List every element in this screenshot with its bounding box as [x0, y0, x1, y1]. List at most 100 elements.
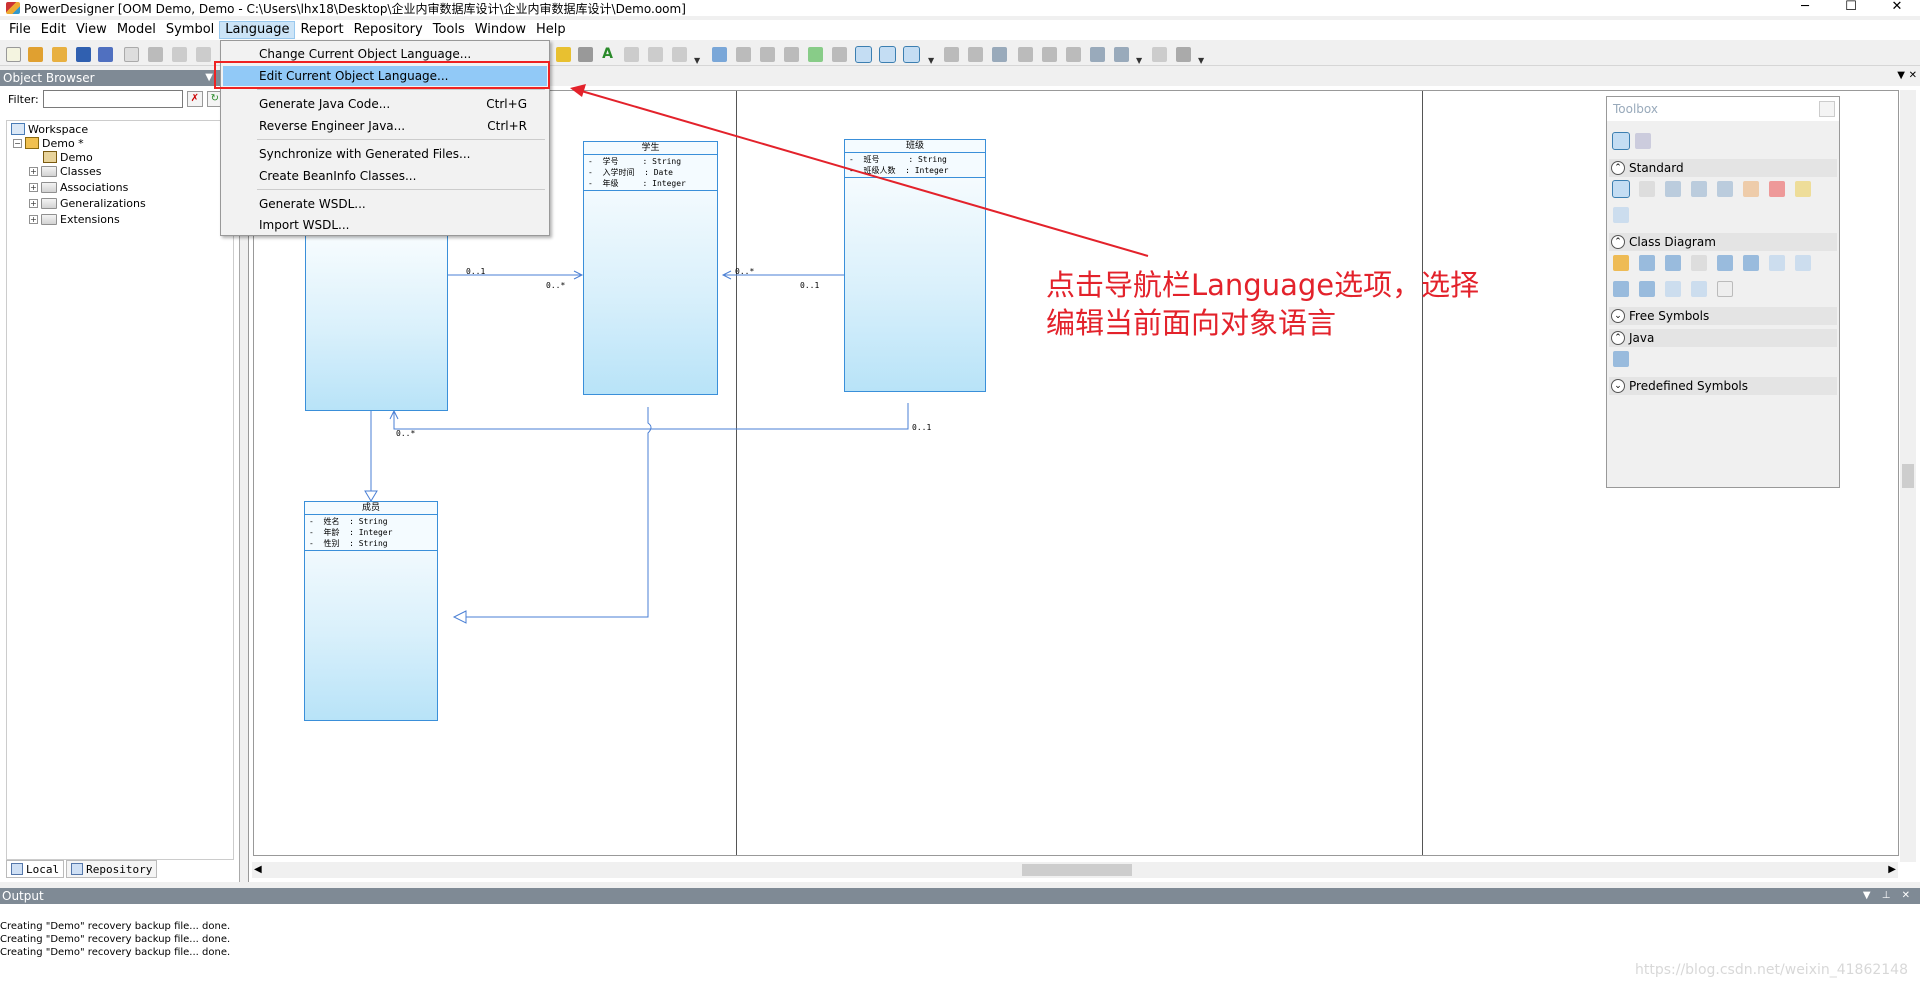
- merge-icon[interactable]: [808, 47, 823, 62]
- toolbox-section-java[interactable]: ⌃ Java: [1609, 329, 1837, 347]
- toolbar-overflow-icon[interactable]: ▼: [1198, 56, 1204, 65]
- copy-icon[interactable]: [196, 47, 211, 62]
- package-icon[interactable]: [1613, 255, 1629, 271]
- toolbox-section-class-diagram[interactable]: ⌃ Class Diagram: [1609, 233, 1837, 251]
- association-icon[interactable]: [1743, 255, 1759, 271]
- file-icon[interactable]: [1717, 281, 1733, 297]
- filter-input[interactable]: [42, 90, 183, 108]
- distribute-horizontal-icon[interactable]: [1090, 47, 1105, 62]
- collapse-icon[interactable]: −: [13, 138, 22, 148]
- find-icon[interactable]: [672, 47, 687, 62]
- menu-item-generate-wsdl[interactable]: Generate WSDL...: [223, 194, 547, 214]
- menu-item-generate-java-code[interactable]: Generate Java Code... Ctrl+G: [223, 94, 547, 114]
- class-box-member[interactable]: 成员 - 姓名 : String - 年龄 : Integer - 性别 : S…: [304, 501, 438, 721]
- align-right-icon[interactable]: [992, 47, 1007, 62]
- compare-icon[interactable]: [832, 47, 847, 62]
- tree-item-associations[interactable]: + Associations: [29, 179, 128, 195]
- expand-icon[interactable]: +: [29, 214, 38, 224]
- composition-icon[interactable]: [1639, 281, 1655, 297]
- port-icon[interactable]: [1691, 255, 1707, 271]
- menu-window[interactable]: Window: [470, 21, 531, 39]
- require-link-icon[interactable]: [1769, 255, 1785, 271]
- link-icon[interactable]: [1613, 207, 1629, 223]
- menu-help[interactable]: Help: [531, 21, 571, 39]
- expand-icon[interactable]: +: [29, 166, 38, 176]
- menu-tools[interactable]: Tools: [428, 21, 470, 39]
- pointer-icon[interactable]: [1612, 180, 1630, 198]
- menu-language[interactable]: Language: [219, 21, 296, 39]
- menu-symbol[interactable]: Symbol: [161, 21, 219, 39]
- align-bottom-icon[interactable]: [1066, 47, 1081, 62]
- open-folder-icon[interactable]: [52, 47, 67, 62]
- save-icon[interactable]: [76, 47, 91, 62]
- view-grid-icon[interactable]: [855, 46, 872, 63]
- open-diagram-icon[interactable]: [1717, 181, 1733, 197]
- grabber-hand-icon[interactable]: [1639, 181, 1655, 197]
- expand-icon[interactable]: +: [29, 182, 38, 192]
- scroll-right-icon[interactable]: ▶: [1888, 862, 1896, 878]
- menu-model[interactable]: Model: [112, 21, 161, 39]
- menu-report[interactable]: Report: [295, 21, 348, 39]
- expand-icon[interactable]: +: [29, 198, 38, 208]
- association-link[interactable]: [393, 403, 909, 430]
- print-icon[interactable]: [148, 47, 163, 62]
- tree-item-generalizations[interactable]: + Generalizations: [29, 195, 146, 211]
- toolbox-section-standard[interactable]: ⌃ Standard: [1609, 159, 1837, 177]
- generalization-icon[interactable]: [1717, 255, 1733, 271]
- menu-repository[interactable]: Repository: [349, 21, 428, 39]
- interface-icon[interactable]: [1665, 255, 1681, 271]
- save-all-icon[interactable]: [98, 47, 113, 62]
- zoom-page-icon[interactable]: [1152, 47, 1167, 62]
- cut-icon[interactable]: [172, 47, 187, 62]
- align-top-icon[interactable]: [1018, 47, 1033, 62]
- view-output-icon[interactable]: [879, 46, 896, 63]
- pin-icon[interactable]: ▼: [205, 70, 213, 86]
- close-button[interactable]: ✕: [1874, 0, 1920, 16]
- format-painter-icon[interactable]: [578, 47, 593, 62]
- class-box-hidden[interactable]: [305, 211, 448, 411]
- impact-analysis-icon[interactable]: [760, 47, 775, 62]
- menu-view[interactable]: View: [71, 21, 112, 39]
- class-box-student[interactable]: 学生 - 学号 : String - 入学时间 : Date - 年级 : In…: [583, 141, 718, 395]
- scroll-left-icon[interactable]: ◀: [254, 862, 262, 878]
- scrollbar-thumb[interactable]: [1902, 464, 1914, 488]
- generalization-link[interactable]: [454, 407, 652, 618]
- note-icon[interactable]: [1795, 181, 1811, 197]
- maximize-button[interactable]: ☐: [1828, 0, 1874, 16]
- close-diagram-icon[interactable]: ✕: [1909, 70, 1917, 81]
- align-middle-icon[interactable]: [1042, 47, 1057, 62]
- tree-item-classes[interactable]: + Classes: [29, 163, 101, 179]
- menu-file[interactable]: File: [4, 21, 36, 39]
- inner-link-icon[interactable]: [1691, 281, 1707, 297]
- toolbar-overflow-icon[interactable]: ▼: [694, 56, 700, 65]
- print-preview-icon[interactable]: [124, 47, 139, 62]
- java-bean-icon[interactable]: [1613, 351, 1629, 367]
- panel-controls-icon[interactable]: ▼ ⊥ ✕: [1863, 888, 1914, 904]
- realization-icon[interactable]: [1795, 255, 1811, 271]
- toolbox-section-predefined-symbols[interactable]: ⌄ Predefined Symbols: [1609, 377, 1837, 395]
- zoom-in-icon[interactable]: [1665, 181, 1681, 197]
- properties-icon[interactable]: [1743, 181, 1759, 197]
- aggregation-icon[interactable]: [1613, 281, 1629, 297]
- menu-item-synchronize[interactable]: Synchronize with Generated Files...: [223, 144, 547, 164]
- horizontal-scrollbar[interactable]: ◀ ▶: [252, 862, 1898, 878]
- menu-edit[interactable]: Edit: [36, 21, 71, 39]
- print-diagram-icon[interactable]: [1176, 47, 1191, 62]
- list-view-icon[interactable]: [1635, 133, 1651, 149]
- pencil-icon[interactable]: [556, 47, 571, 62]
- vertical-scrollbar[interactable]: [1900, 90, 1916, 862]
- class-box-class[interactable]: 班级 - 班号 : String - 班级人数 : Integer: [844, 139, 986, 392]
- clear-filter-icon[interactable]: ✗: [186, 91, 203, 107]
- tab-repository[interactable]: Repository: [66, 860, 158, 878]
- redo-icon[interactable]: [648, 47, 663, 62]
- close-icon[interactable]: [1819, 101, 1835, 117]
- generate-icon[interactable]: [784, 47, 799, 62]
- align-center-icon[interactable]: [968, 47, 983, 62]
- zoom-out-icon[interactable]: [1691, 181, 1707, 197]
- large-icons-view-icon[interactable]: [1612, 132, 1630, 150]
- toolbox-section-free-symbols[interactable]: ⌄ Free Symbols: [1609, 307, 1837, 325]
- toolbar-overflow-icon[interactable]: ▼: [928, 56, 934, 65]
- dependency-icon[interactable]: [1665, 281, 1681, 297]
- scrollbar-thumb[interactable]: [1022, 864, 1132, 876]
- align-left-icon[interactable]: [944, 47, 959, 62]
